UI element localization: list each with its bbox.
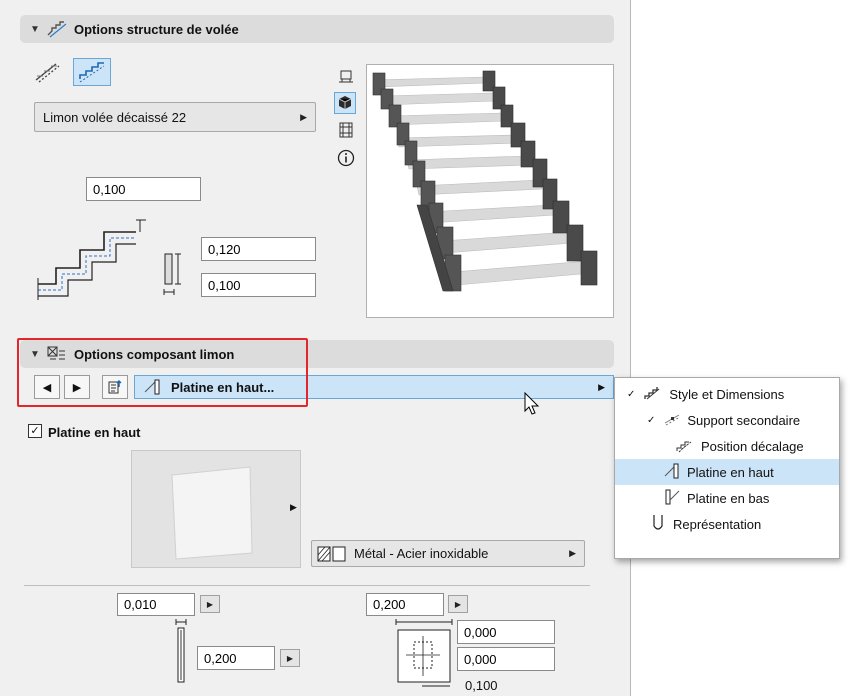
mouse-cursor-icon [524,391,542,418]
tree-item-label: Support secondaire [687,412,801,428]
flight-structure-icon [46,20,68,38]
plate-side-diagram-icon [172,618,194,686]
chevron-down-icon[interactable]: ✓ [627,389,635,400]
dropdown-arrow-icon: ▶ [569,548,576,558]
bottom-plate-icon [663,488,683,509]
settings-panel: ▼ Options structure de volée Limon volée… [0,0,631,696]
tree-item-label: Platine en bas [687,490,770,506]
tree-item-label: Position décalage [701,438,804,454]
stringer-width-field[interactable] [201,273,316,297]
top-plate-checkbox[interactable]: ✓ [28,424,42,438]
info-icon[interactable] [336,148,356,168]
dropdown-arrow-icon: ▶ [300,111,307,122]
stringer-type-label: Limon volée décaissé 22 [43,109,187,125]
collapse-triangle-icon[interactable]: ▼ [30,24,40,35]
surface-preview[interactable] [131,450,301,568]
plate-height-field[interactable] [197,646,275,670]
tree-item-style[interactable]: ✓ Style et Dimensions [615,381,839,407]
stringer-depth-field[interactable] [201,237,316,261]
plate-offset-side-field[interactable] [457,647,555,671]
tree-item-support[interactable]: ✓ Support secondaire [615,407,839,433]
stepper-arrow-icon[interactable]: ▶ [448,595,468,613]
stepper-arrow-icon[interactable]: ▶ [200,595,220,613]
section-header-flight[interactable]: ▼ Options structure de volée [20,15,614,43]
chevron-down-icon[interactable]: ✓ [647,415,655,426]
divider [24,585,590,586]
section-title: Options structure de volée [74,21,239,37]
stringer-stepped-icon[interactable] [73,58,111,86]
stringer-diagonal-icon[interactable] [34,60,62,84]
component-tree-popup: ✓ Style et Dimensions ✓ Support secondai… [614,377,840,559]
material-dropdown[interactable]: Métal - Acier inoxidable ▶ [311,540,585,567]
stringer-thickness-diagram-icon [160,250,188,298]
highlight-frame [17,338,308,407]
representation-icon [651,514,667,535]
section-view-icon[interactable] [336,120,356,140]
stair-style-icon [643,385,663,404]
plate-width-field[interactable] [366,593,444,616]
plate-thickness-field[interactable] [117,593,195,616]
tree-item-representation[interactable]: Représentation [615,511,839,537]
surface-arrow-icon[interactable]: ▶ [290,502,297,513]
stringer-height-field[interactable] [86,177,201,201]
plate-offset-top-field[interactable] [457,620,555,644]
dropdown-arrow-icon: ▶ [598,381,605,392]
tree-item-offset[interactable]: Position décalage [615,433,839,459]
plate-front-diagram-icon [392,618,456,690]
stair-3d-preview [366,64,614,318]
offset-position-icon [675,437,695,456]
tree-item-label: Représentation [673,516,762,532]
tree-item-label: Style et Dimensions [669,386,785,402]
stepper-arrow-icon[interactable]: ▶ [280,649,300,667]
tree-item-bottom-plate[interactable]: Platine en bas [615,485,839,511]
3d-view-icon[interactable] [334,92,356,114]
top-plate-icon [663,462,683,483]
material-icon [316,545,350,563]
support-icon [663,411,683,430]
material-label: Métal - Acier inoxidable [354,546,489,561]
stringer-type-dropdown[interactable]: Limon volée décaissé 22 ▶ [34,102,316,132]
plate-offset-bottom-value: 0,100 [465,678,498,693]
plan-view-icon[interactable] [336,68,356,86]
tree-item-label: Platine en haut [687,464,774,480]
tree-item-top-plate[interactable]: Platine en haut [615,459,839,485]
stringer-section-diagram-icon [34,212,154,302]
top-plate-checkbox-label: Platine en haut [48,425,141,440]
